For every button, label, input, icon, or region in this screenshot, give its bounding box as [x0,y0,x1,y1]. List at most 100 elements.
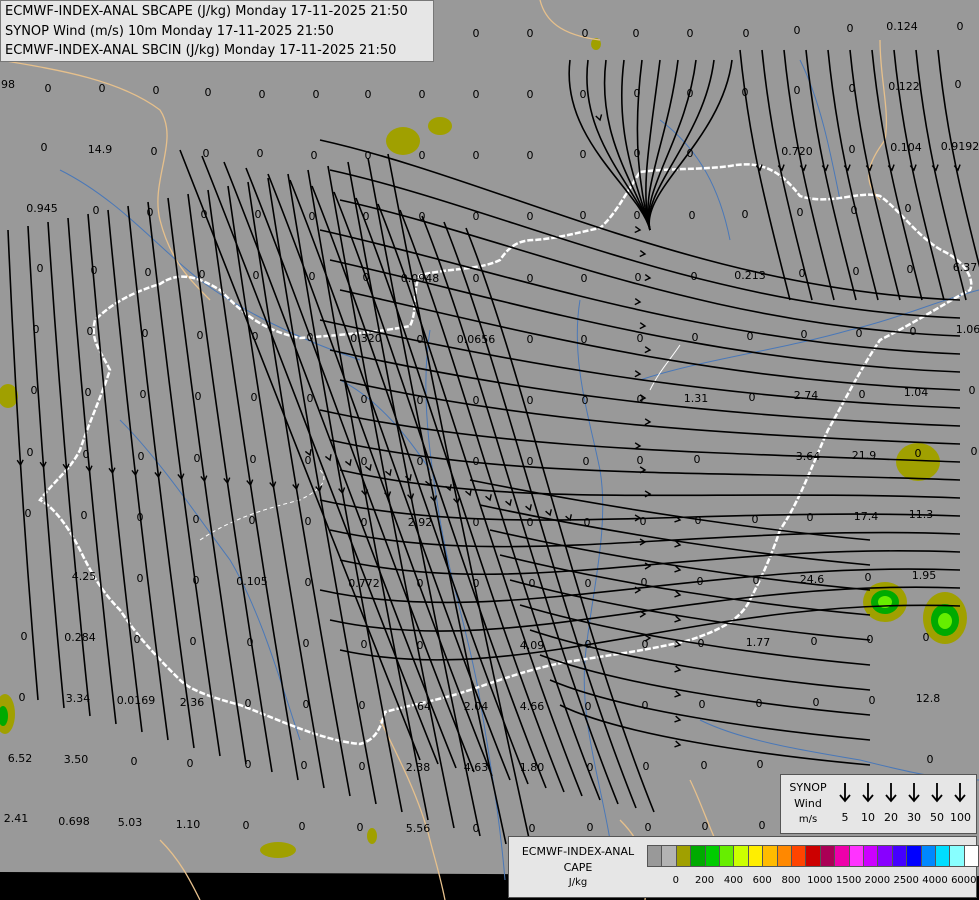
cape-value-label: 0 [361,393,368,406]
cape-legend-unit: J/kg [568,877,588,888]
cape-value-label: 0 [694,453,701,466]
cape-value-label: 0 [867,633,874,646]
cape-value-label: 0 [19,691,26,704]
cape-value-label: 0 [527,272,534,285]
cape-value-label: 0 [363,271,370,284]
cape-color-swatch [848,845,864,867]
cape-color-swatch [963,845,979,867]
cape-value-label: 0 [527,88,534,101]
cape-value-label: 0 [853,265,860,278]
cape-value-label: 0 [797,206,804,219]
cape-value-label: 0 [642,638,649,651]
cape-value-label: 0 [756,697,763,710]
cape-value-label: 2.04 [464,700,489,713]
cape-value-label: 0 [794,24,801,37]
cape-value-label: 0.104 [890,141,922,154]
cape-tick-label: 200 [695,875,715,886]
cape-value-label: 0 [473,455,480,468]
cape-value-label: 0 [361,455,368,468]
cape-value-label: 0 [582,394,589,407]
cape-value-label: 0 [640,515,647,528]
cape-value-label: 0 [419,149,426,162]
cape-value-label: 0 [633,27,640,40]
cape-tick-label: 6000 [951,875,977,886]
cape-value-label: 0 [361,516,368,529]
cape-color-swatch [863,845,879,867]
cape-value-label: 0 [527,394,534,407]
cape-value-label: 0 [93,204,100,217]
cape-value-label: 0 [303,637,310,650]
cape-value-label: 0 [417,455,424,468]
cape-value-label: 0.720 [781,145,813,158]
cape-value-label: 17.4 [854,510,879,523]
cape-value-label: 0 [250,453,257,466]
cape-value-label: 0 [137,572,144,585]
cape-tick-label: 600 [752,875,772,886]
cape-value-label: 0 [849,82,856,95]
cape-value-label: 0 [743,27,750,40]
wind-legend: SYNOP Wind m/s 5 10 20 30 50 100 [780,774,977,834]
cape-tick-label: 2500 [893,875,919,886]
cape-color-swatch [747,845,764,867]
cape-value-label: 0 [243,819,250,832]
cape-value-label: 0 [856,327,863,340]
cape-value-label: 0.124 [886,20,918,33]
cape-color-swatch [805,845,821,867]
cape-color-swatch [819,845,836,867]
cape-value-label: 0 [699,698,706,711]
cape-color-swatch [661,845,677,867]
cape-value-label: 3.50 [64,753,89,766]
cape-value-label: 0 [147,206,154,219]
cape-value-label: 0 [203,147,210,160]
cape-color-swatch [834,845,850,867]
cape-value-label: 0 [359,760,366,773]
cape-value-label: 0 [865,571,872,584]
cape-value-label: 0 [31,384,38,397]
cape-value-label: 0 [799,267,806,280]
cape-value-label: 0 [580,148,587,161]
cape-value-label: 0 [151,145,158,158]
cape-value-label: 0.0169 [117,694,156,707]
cape-value-label: 0 [742,208,749,221]
cape-value-label: 0 [259,88,266,101]
cape-value-label: 0 [134,633,141,646]
wind-speed-label: 100 [950,811,971,824]
cape-value-label: 0 [313,88,320,101]
cape-value-label: 0 [85,386,92,399]
cape-color-swatch [675,845,692,867]
cape-value-label: 2.38 [406,761,431,774]
cape-color-swatch [935,845,951,867]
cape-color-swatch [920,845,936,867]
cape-value-label: 0 [641,576,648,589]
cape-value-label: 0 [257,147,264,160]
cape-value-label: 0 [473,394,480,407]
cape-value-label: 0 [581,333,588,346]
cape-value-label: 6.37 [953,261,978,274]
cape-value-label: 0.945 [26,202,58,215]
cape-value-label: 0 [251,391,258,404]
cape-value-label: 0 [303,698,310,711]
cape-value-label: 0 [747,330,754,343]
cape-value-label: 0 [193,574,200,587]
cape-value-label: 1.95 [912,569,937,582]
cape-value-label: 0 [701,759,708,772]
cape-value-label: 0.0948 [401,272,440,285]
cape-value-label: 0 [582,27,589,40]
cape-value-label: 0 [205,86,212,99]
cape-value-label: 0 [21,630,28,643]
cape-value-label: 0 [195,390,202,403]
cape-value-label: 0.320 [350,332,382,345]
cape-value-label: 0 [359,699,366,712]
cape-color-swatch [949,845,965,867]
cape-value-label: 0 [634,87,641,100]
cape-value-label: 0 [643,760,650,773]
cape-value-label: 0 [301,759,308,772]
cape-value-label: 0 [813,696,820,709]
cape-value-label: 0 [255,208,262,221]
cape-value-label: 0 [634,209,641,222]
cape-color-swatch [690,845,706,867]
cape-value-label: 0 [753,574,760,587]
cape-value-label: 0 [584,516,591,529]
cape-value-label: 0 [245,697,252,710]
cape-value-label: 0 [687,27,694,40]
